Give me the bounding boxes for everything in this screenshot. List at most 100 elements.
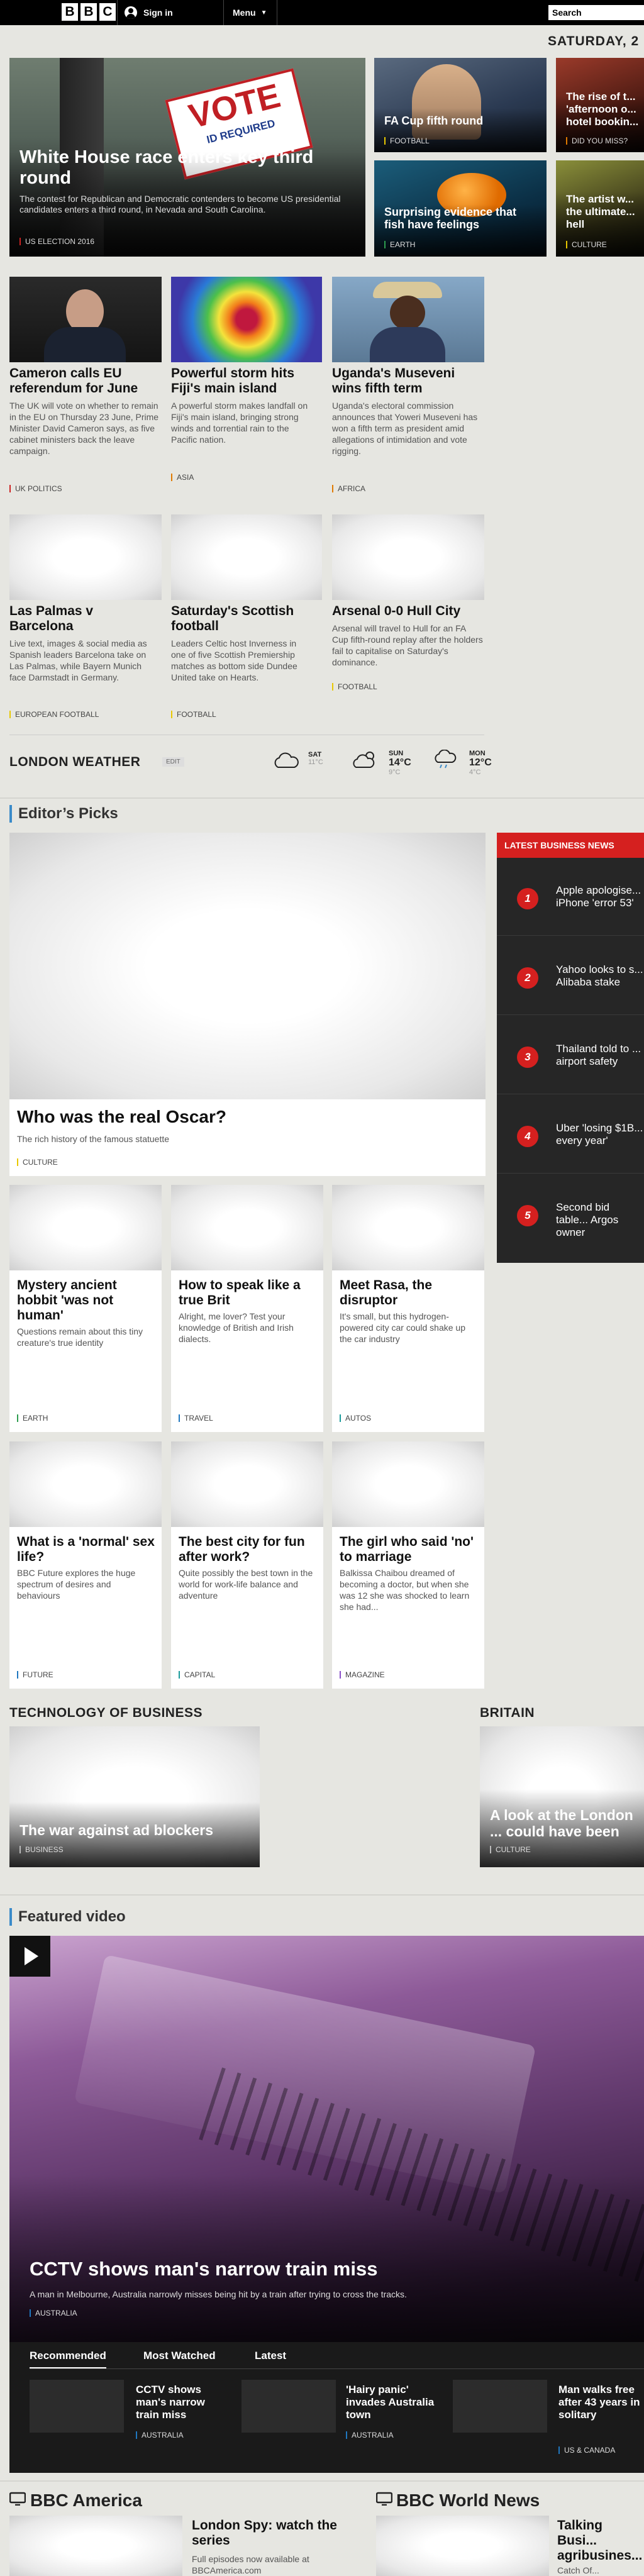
feature-tag[interactable]: CULTURE — [17, 1158, 58, 1166]
story-summary: A powerful storm makes landfall on Fiji'… — [171, 401, 308, 445]
card-tag[interactable]: EARTH — [17, 1414, 48, 1422]
tech-card[interactable]: The war against ad blockers BUSINESS — [9, 1726, 260, 1867]
editors-card[interactable]: What is a 'normal' sex life? BBC Future … — [9, 1441, 162, 1689]
story-summary: Live text, images & social media as Span… — [9, 638, 147, 682]
card-summary: Balkissa Chaibou dreamed of becoming a d… — [340, 1568, 470, 1612]
hero-tile-fish[interactable]: Surprising evidence that fish have feeli… — [374, 160, 547, 257]
weather-edit-button[interactable]: EDIT — [162, 757, 184, 767]
tab-most-watched[interactable]: Most Watched — [143, 2350, 216, 2362]
tile-title: FA Cup fifth round — [384, 114, 484, 127]
card-summary: Quite possibly the best town in the worl… — [179, 1568, 313, 1601]
logo-letter: B — [80, 3, 97, 21]
weather-high: 14°C — [389, 757, 411, 768]
editors-feature-card[interactable]: Who was the real Oscar? The rich history… — [9, 833, 486, 1176]
card-tag[interactable]: AUTOS — [340, 1414, 371, 1422]
video-list-item[interactable] — [30, 2380, 124, 2433]
weather-high: 11°C — [308, 758, 323, 766]
story-tag[interactable]: AFRICA — [332, 485, 365, 492]
video-list-item[interactable] — [242, 2380, 336, 2433]
editors-card[interactable]: Meet Rasa, the disruptor It's small, but… — [332, 1185, 484, 1432]
story-tag[interactable]: ASIA — [171, 474, 194, 481]
sign-in-label: Sign in — [143, 8, 173, 18]
weather-day: SUN — [389, 750, 404, 757]
video-list-item[interactable] — [453, 2380, 547, 2433]
sign-in-link[interactable]: Sign in — [125, 0, 173, 25]
story-image-placeholder[interactable] — [332, 514, 484, 600]
card-tag[interactable]: TRAVEL — [179, 1414, 213, 1422]
tech-card-tag: BUSINESS — [19, 1846, 64, 1853]
bbc-america-title[interactable]: BBC America — [30, 2490, 142, 2511]
tile-tag: DID YOU MISS? — [566, 137, 628, 145]
tv-icon — [375, 2492, 393, 2506]
story-summary: Leaders Celtic host Inverness in one of … — [171, 638, 297, 682]
video-player[interactable]: CCTV shows man's narrow train miss A man… — [9, 1936, 644, 2342]
menu-label: Menu — [233, 8, 256, 18]
person-suit — [370, 327, 445, 362]
user-icon — [125, 6, 137, 19]
card-summary: Alright, me lover? Test your knowledge o… — [179, 1311, 294, 1344]
editors-card[interactable]: The best city for fun after work? Quite … — [171, 1441, 323, 1689]
featured-video-band — [0, 1894, 644, 1896]
play-icon — [25, 1947, 38, 1965]
business-news-text: Apple apologise... iPhone 'error 53' — [556, 884, 641, 909]
editors-card[interactable]: The girl who said 'no' to marriage Balki… — [332, 1441, 484, 1689]
story-title[interactable]: Las Palmas v Barcelona — [9, 604, 160, 634]
video-item-tag: US & CANADA — [558, 2446, 615, 2454]
hero-summary: The contest for Republican and Democrati… — [19, 194, 341, 214]
britain-card[interactable]: A look at the London ... could have been… — [480, 1726, 644, 1867]
america-card-title[interactable]: London Spy: watch the series — [192, 2518, 362, 2548]
story-image-museveni[interactable] — [332, 277, 484, 362]
video-headline: CCTV shows man's narrow train miss — [30, 2258, 378, 2280]
america-card-image[interactable] — [9, 2516, 182, 2576]
worldnews-card-title[interactable]: Talking Busi... agribusines... help Aust… — [557, 2518, 644, 2563]
tech-section-title[interactable]: TECHNOLOGY OF BUSINESS — [9, 1706, 203, 1721]
hero-tag: US ELECTION 2016 — [19, 238, 94, 245]
story-tag[interactable]: FOOTBALL — [332, 683, 377, 691]
feature-image-placeholder — [9, 833, 486, 1099]
video-item-title: CCTV shows man's narrow train miss — [136, 2384, 205, 2421]
story-title[interactable]: Cameron calls EU referendum for June — [9, 366, 160, 396]
hero-tile-fa-cup[interactable]: FA Cup fifth round FOOTBALL — [374, 58, 547, 152]
card-tag[interactable]: CAPITAL — [179, 1671, 215, 1679]
menu-button[interactable]: Menu ▼ — [233, 0, 267, 25]
worldnews-card-image[interactable] — [376, 2516, 549, 2576]
card-title: The best city for fun after work? — [179, 1535, 305, 1564]
card-image-placeholder — [332, 1185, 484, 1270]
story-image-placeholder[interactable] — [171, 514, 322, 600]
story-title[interactable]: Powerful storm hits Fiji's main island — [171, 366, 322, 396]
hero-tile-artist[interactable]: The artist w... the ultimate... hell CUL… — [556, 160, 644, 257]
card-tag[interactable]: MAGAZINE — [340, 1671, 385, 1679]
editors-card[interactable]: Mystery ancient hobbit 'was not human' Q… — [9, 1185, 162, 1432]
editors-card[interactable]: How to speak like a true Brit Alright, m… — [171, 1185, 323, 1432]
card-title: Meet Rasa, the disruptor — [340, 1278, 433, 1307]
story-tag[interactable]: FOOTBALL — [171, 711, 216, 718]
story-image-storm[interactable] — [171, 277, 322, 362]
story-image-placeholder[interactable] — [9, 514, 162, 600]
rank-badge: 4 — [517, 1126, 538, 1147]
tab-recommended[interactable]: Recommended — [30, 2350, 106, 2369]
tab-latest[interactable]: Latest — [255, 2350, 286, 2362]
play-button[interactable] — [9, 1936, 50, 1977]
bbc-world-news-title[interactable]: BBC World News — [396, 2490, 540, 2511]
bottom-band — [0, 2480, 644, 2482]
story-tag[interactable]: EUROPEAN FOOTBALL — [9, 711, 99, 718]
card-image-placeholder — [9, 1185, 162, 1270]
date-text: SATURDAY, 2 — [548, 34, 640, 48]
bbc-logo[interactable]: B B C — [62, 3, 116, 21]
video-item-title: Man walks free after 43 years in solitar… — [558, 2384, 640, 2421]
hero-tile-hotel[interactable]: The rise of t... 'afternoon o... hotel b… — [556, 58, 644, 152]
story-title[interactable]: Saturday's Scottish football — [171, 604, 322, 634]
video-item-title: 'Hairy panic' invades Australia town — [346, 2384, 435, 2421]
search-input[interactable]: Search — [548, 5, 644, 20]
tabs-divider — [30, 2368, 644, 2369]
story-tag[interactable]: UK POLITICS — [9, 485, 62, 492]
weather-day: SAT — [308, 751, 322, 758]
britain-section-title[interactable]: BRITAIN — [480, 1706, 535, 1721]
card-tag[interactable]: FUTURE — [17, 1671, 53, 1679]
story-title[interactable]: Uganda's Museveni wins fifth term — [332, 366, 483, 396]
story-image-cameron[interactable] — [9, 277, 162, 362]
story-title[interactable]: Arsenal 0-0 Hull City — [332, 604, 483, 619]
business-news-text: Uber 'losing $1B... every year' — [556, 1122, 643, 1146]
hero-main-story[interactable]: VOTE ID REQUIRED White House race enters… — [9, 58, 365, 257]
business-news-text: Thailand told to ... airport safety — [556, 1043, 641, 1067]
